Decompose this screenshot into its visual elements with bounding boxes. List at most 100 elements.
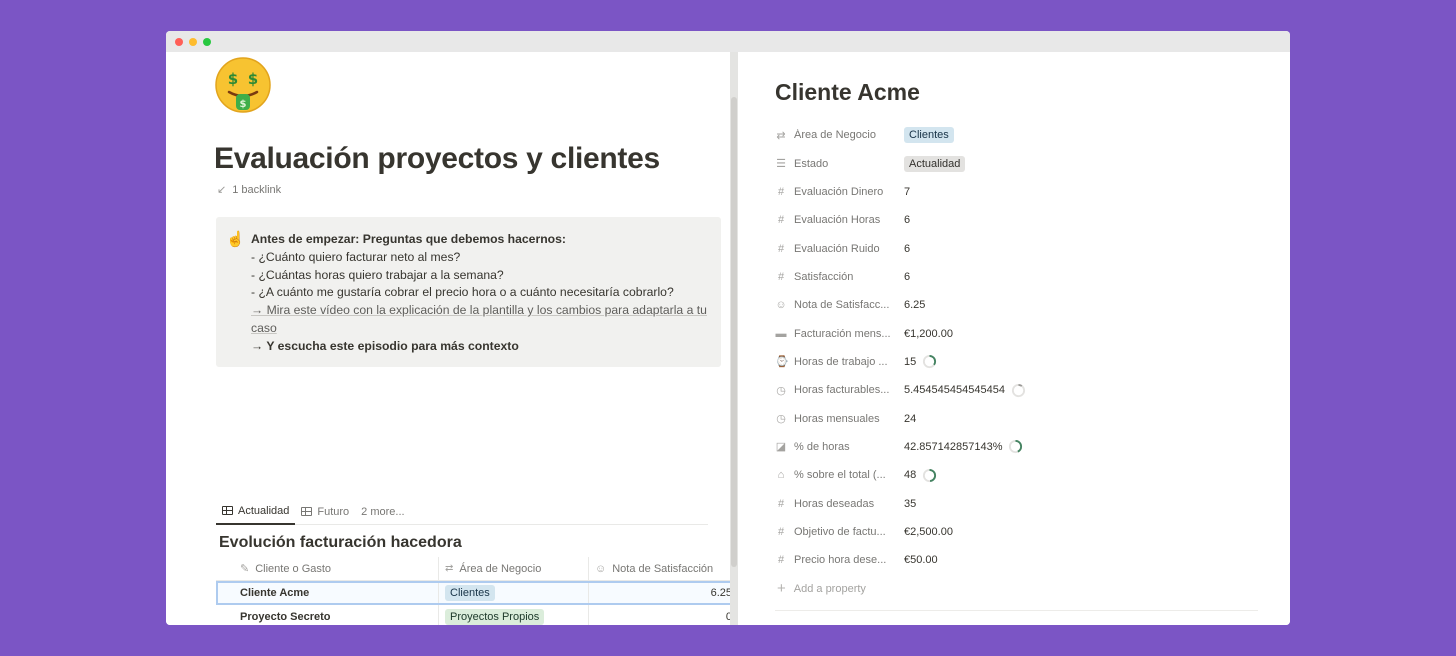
column-header-area[interactable]: ⇄ Área de Negocio [439, 557, 589, 580]
property-value[interactable]: 7 [904, 186, 910, 198]
property-name[interactable]: # Evaluación Horas [775, 214, 904, 226]
property-name[interactable]: ⇄ Área de Negocio [775, 129, 904, 142]
property-value[interactable]: €2,500.00 [904, 526, 953, 538]
property-name[interactable]: # Evaluación Ruido [775, 243, 904, 255]
property-label: Estado [794, 157, 829, 170]
progress-ring [923, 468, 937, 482]
hash-icon: # [777, 497, 785, 510]
money-mouth-face-icon[interactable]: $ $ $ [214, 56, 272, 114]
property-label: % de horas [794, 440, 850, 453]
column-header-nota[interactable]: ☺ Nota de Satisfacción [589, 557, 730, 580]
property-row[interactable]: # Evaluación Ruido 6 [775, 234, 1265, 262]
close-window-button[interactable] [175, 38, 183, 46]
face-icon: ☺ [595, 562, 607, 575]
property-name[interactable]: ▬ Facturación mens... [775, 328, 904, 340]
property-name[interactable]: ◪ % de horas [775, 440, 904, 454]
property-value[interactable]: 42.857142857143% [904, 439, 1023, 454]
property-value[interactable]: 15 [904, 354, 937, 369]
property-label: Horas facturables... [794, 384, 890, 397]
property-row[interactable]: # Satisfacción 6 [775, 263, 1265, 291]
property-name[interactable]: # Objetivo de factu... [775, 526, 904, 538]
property-value-text: 24 [904, 412, 917, 425]
database-table: ✎ Cliente o Gasto ⇄ Área de Negocio ☺ No… [216, 557, 730, 625]
scrollbar-thumb[interactable] [731, 97, 737, 567]
record-title[interactable]: Cliente Acme [775, 79, 920, 106]
property-row[interactable]: ☺ Nota de Satisfacc... 6.25 [775, 291, 1265, 319]
tab-futuro[interactable]: Futuro [295, 499, 355, 525]
property-row[interactable]: ◷ Horas facturables... 5.454545454545454 [775, 376, 1265, 404]
clock-icon: ◷ [776, 384, 786, 397]
watch-icon: ⌚ [775, 356, 789, 369]
property-value[interactable]: 5.454545454545454 [904, 383, 1026, 398]
property-value[interactable]: 35 [904, 498, 916, 510]
cell-name[interactable]: Cliente Acme [216, 581, 439, 604]
property-row[interactable]: # Evaluación Dinero 7 [775, 178, 1265, 206]
property-value[interactable]: €50.00 [904, 554, 938, 566]
callout-line: - ¿Cuánto quiero facturar neto al mes? [251, 249, 461, 264]
property-row[interactable]: ☰ Estado Actualidad [775, 149, 1265, 177]
property-value[interactable]: €1,200.00 [904, 328, 953, 340]
property-value[interactable]: Actualidad [904, 155, 966, 172]
property-row[interactable]: # Precio hora dese... €50.00 [775, 546, 1265, 574]
property-name[interactable]: ☰ Estado [775, 157, 904, 171]
property-name[interactable]: # Horas deseadas [775, 498, 904, 510]
property-value-text: 42.857142857143% [904, 440, 1003, 453]
add-property-button[interactable]: + Add a property [775, 575, 1265, 603]
record-panel: Cliente Acme ⇄ Área de Negocio Clientes ☰ Es… [738, 52, 1290, 625]
property-row[interactable]: # Horas deseadas 35 [775, 489, 1265, 517]
property-name[interactable]: ⌚ Horas de trabajo ... [775, 355, 904, 369]
episode-link[interactable]: → Y escucha este episodio para más conte… [251, 338, 713, 356]
table-header: ✎ Cliente o Gasto ⇄ Área de Negocio ☺ No… [216, 557, 730, 581]
property-name[interactable]: # Precio hora dese... [775, 554, 904, 566]
cell-nota[interactable]: 6.25 [589, 581, 730, 604]
property-value-text: 6.25 [904, 299, 926, 312]
maximize-window-button[interactable] [203, 38, 211, 46]
property-value[interactable]: 6 [904, 243, 910, 255]
property-row[interactable]: # Objetivo de factu... €2,500.00 [775, 518, 1265, 546]
cash-icon: ▬ [775, 327, 787, 340]
property-value[interactable]: 6.25 [904, 299, 925, 311]
database-title[interactable]: Evolución facturación hacedora [219, 534, 462, 552]
page-title[interactable]: Evaluación proyectos y clientes [214, 142, 660, 176]
video-link[interactable]: → Mira este vídeo con la explicación de … [251, 302, 713, 338]
property-name[interactable]: ◷ Horas facturables... [775, 384, 904, 397]
property-name[interactable]: ☺ Nota de Satisfacc... [775, 299, 904, 311]
relation-icon: ⇄ [445, 563, 454, 574]
tab-actualidad[interactable]: Actualidad [216, 499, 296, 525]
property-name[interactable]: ⌂ % sobre el total (... [775, 469, 904, 481]
tab-more[interactable]: 2 more... [355, 499, 410, 525]
window-titlebar [166, 31, 1290, 52]
property-row[interactable]: ◷ Horas mensuales 24 [775, 404, 1265, 432]
pointing-up-icon[interactable]: ☝️ [226, 230, 245, 248]
property-row[interactable]: ◪ % de horas 42.857142857143% [775, 433, 1265, 461]
table-row[interactable]: Proyecto Secreto Proyectos Propios 0 [216, 605, 730, 625]
property-row[interactable]: ⌂ % sobre el total (... 48 [775, 461, 1265, 489]
cell-name[interactable]: Proyecto Secreto [216, 605, 439, 625]
property-value-text: €2,500.00 [904, 525, 953, 538]
property-name[interactable]: # Satisfacción [775, 271, 904, 283]
minimize-window-button[interactable] [189, 38, 197, 46]
property-value[interactable]: 6 [904, 214, 910, 226]
property-row[interactable]: ⌚ Horas de trabajo ... 15 [775, 348, 1265, 376]
property-name[interactable]: ◷ Horas mensuales [775, 412, 904, 426]
property-name[interactable]: # Evaluación Dinero [775, 186, 904, 198]
property-label: Evaluación Horas [794, 214, 881, 227]
property-value[interactable]: 6 [904, 271, 910, 283]
property-value[interactable]: Clientes [904, 127, 954, 144]
table-row[interactable]: Cliente Acme Clientes 6.25 [216, 581, 730, 605]
property-value[interactable]: 48 [904, 468, 937, 483]
backlink-link[interactable]: ↙ 1 backlink [217, 183, 281, 197]
column-header-cliente[interactable]: ✎ Cliente o Gasto [216, 557, 439, 580]
property-value-text: €1,200.00 [904, 327, 953, 340]
callout-block[interactable]: ☝️ Antes de empezar: Preguntas que debem… [216, 217, 721, 367]
cell-area[interactable]: Clientes [439, 581, 589, 604]
scrollbar[interactable] [730, 52, 738, 625]
cell-nota[interactable]: 0 [589, 605, 730, 625]
property-row[interactable]: ⇄ Área de Negocio Clientes [775, 121, 1265, 149]
property-row[interactable]: # Evaluación Horas 6 [775, 206, 1265, 234]
cell-area[interactable]: Proyectos Propios [439, 605, 589, 625]
property-row[interactable]: ▬ Facturación mens... €1,200.00 [775, 319, 1265, 347]
property-value[interactable]: 24 [904, 413, 916, 425]
property-value-text: 5.454545454545454 [904, 384, 1005, 397]
property-value-text: 7 [904, 185, 911, 198]
